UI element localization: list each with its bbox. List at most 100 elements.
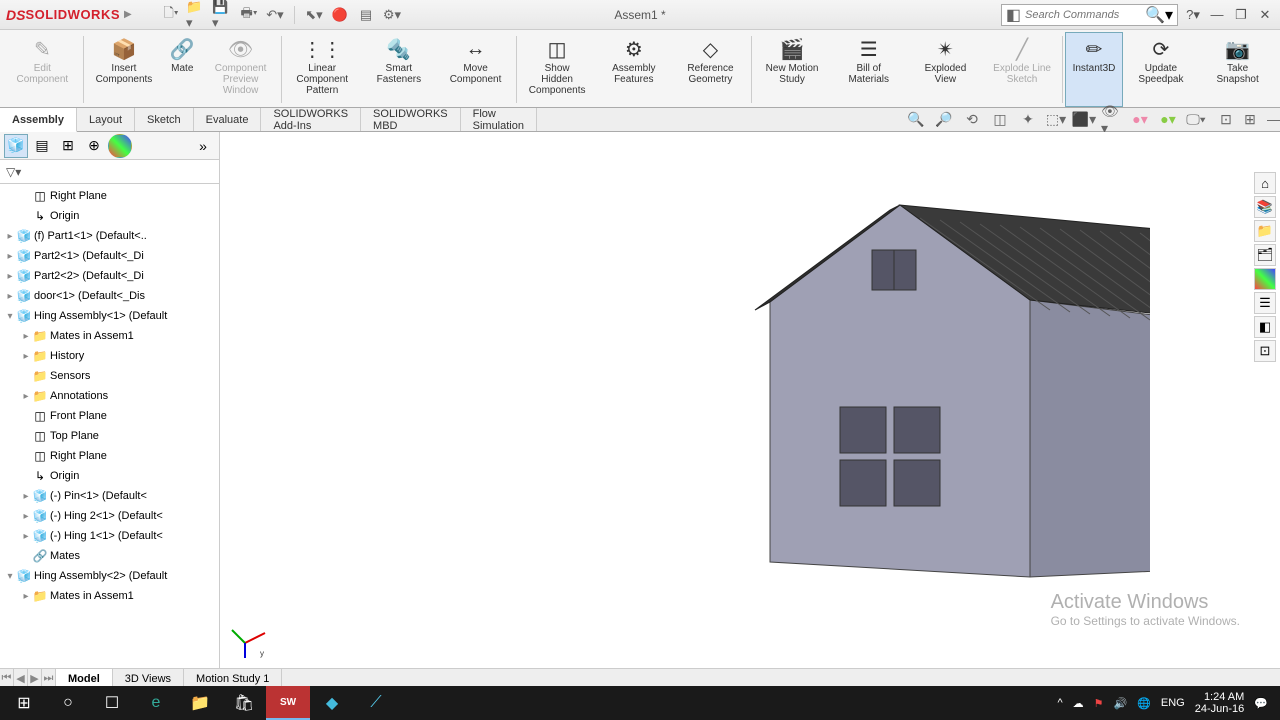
mate-button[interactable]: 🔗Mate (162, 32, 202, 107)
tree-item[interactable]: ▸📁Mates in Assem1 (0, 326, 219, 346)
dimxpert-tab[interactable]: ⊕ (82, 134, 106, 158)
expand-icon[interactable]: ▸ (20, 331, 32, 342)
solidworks-online-icon[interactable]: ⊡ (1254, 340, 1276, 362)
view-settings-button[interactable]: ●▾ (1157, 109, 1179, 131)
design-library-icon[interactable]: 📁 (1254, 220, 1276, 242)
insert-components-button[interactable]: 📦Insert Components (86, 32, 163, 107)
expand-icon[interactable]: ▾ (4, 571, 16, 582)
app2-icon[interactable]: ⟋ (354, 686, 398, 720)
new-motion-study-button[interactable]: 🎬New Motion Study (754, 32, 831, 107)
restore-button[interactable]: ❐ (1232, 6, 1250, 24)
tree-item[interactable]: ▾🧊Hing Assembly<1> (Default (0, 306, 219, 326)
view-orientation-button[interactable]: ✦ (1017, 109, 1039, 131)
tree-item[interactable]: ▾🧊Hing Assembly<2> (Default (0, 566, 219, 586)
expand-icon[interactable]: ▸ (20, 591, 32, 602)
start-button[interactable]: ⊞ (2, 686, 46, 720)
filter-bar[interactable]: ▽▾ (0, 160, 219, 184)
tray-chevron-icon[interactable]: ^ (1057, 697, 1062, 709)
apply-scene-button[interactable]: ●▾ (1129, 109, 1151, 131)
custom-props-icon[interactable]: ☰ (1254, 292, 1276, 314)
expand-icon[interactable]: ▸ (20, 351, 32, 362)
tray-clock[interactable]: 1:24 AM 24-Jun-16 (1195, 691, 1245, 715)
smart-fasteners-button[interactable]: 🔩Smart Fasteners (361, 32, 438, 107)
viewport-link-icon[interactable]: ⊞ (1239, 108, 1261, 130)
expand-icon[interactable]: ▸ (20, 511, 32, 522)
tree-item[interactable]: ▸🧊(f) Part1<1> (Default<.. (0, 226, 219, 246)
property-manager-tab[interactable]: ▤ (30, 134, 54, 158)
tree-item[interactable]: ▸🧊Part2<2> (Default<_Di (0, 266, 219, 286)
forum-icon[interactable]: ◧ (1254, 316, 1276, 338)
select-button[interactable]: ⬉▾ (303, 4, 325, 26)
configuration-manager-tab[interactable]: ⊞ (56, 134, 80, 158)
expand-icon[interactable]: ▸ (20, 391, 32, 402)
panel-expand-button[interactable]: » (191, 134, 215, 158)
task-view-icon[interactable]: ☐ (90, 686, 134, 720)
take-snapshot-button[interactable]: 📷Take Snapshot (1199, 32, 1276, 107)
tree-item[interactable]: ▸📁Mates in Assem1 (0, 586, 219, 606)
bill-of-materials-button[interactable]: ☰Bill of Materials (830, 32, 907, 107)
update-speedpak-button[interactable]: ⟳Update Speedpak (1123, 32, 1200, 107)
tree-item[interactable]: ◫Front Plane (0, 406, 219, 426)
store-icon[interactable]: 🛍 (222, 686, 266, 720)
viewport-min-icon[interactable]: ⊡ (1215, 108, 1237, 130)
tree-item[interactable]: ▸📁History (0, 346, 219, 366)
display-style-button[interactable]: ⬚▾ (1045, 109, 1067, 131)
show-hidden-components-button[interactable]: ◫Show Hidden Components (519, 32, 596, 107)
zoom-fit-button[interactable]: 🔍 (905, 109, 927, 131)
tab-assembly[interactable]: Assembly (0, 108, 77, 132)
graphics-viewport[interactable]: y Activate Windows Go to Settings to act… (220, 132, 1280, 668)
linear-component-pattern-button[interactable]: ⋮⋮Linear Component Pattern (284, 32, 361, 107)
chevron-right-icon[interactable]: ▶ (124, 9, 132, 20)
move-component-button[interactable]: ↔Move Component (437, 32, 514, 107)
tree-item[interactable]: ▸🧊door<1> (Default<_Dis (0, 286, 219, 306)
assembly-features-button[interactable]: ⚙Assembly Features (595, 32, 672, 107)
help-button[interactable]: ?▾ (1184, 6, 1202, 24)
tree-item[interactable]: ↳Origin (0, 206, 219, 226)
exploded-view-button[interactable]: ✴Exploded View (907, 32, 984, 107)
tab-sketch[interactable]: Sketch (135, 108, 194, 131)
tree-item[interactable]: ▸🧊(-) Hing 1<1> (Default< (0, 526, 219, 546)
file-explorer-icon[interactable]: 🗂 (1254, 244, 1276, 266)
file-explorer-icon[interactable]: 📁 (178, 686, 222, 720)
cortana-icon[interactable]: ○ (46, 686, 90, 720)
zoom-area-button[interactable]: 🔎 (933, 109, 955, 131)
search-commands-box[interactable]: ◧ 🔍▾ (1001, 4, 1178, 26)
expand-icon[interactable]: ▸ (20, 531, 32, 542)
feature-manager-tab[interactable]: 🧊 (4, 134, 28, 158)
options-button[interactable]: ▤ (355, 4, 377, 26)
expand-icon[interactable]: ▸ (4, 251, 16, 262)
tree-item[interactable]: ▸🧊(-) Pin<1> (Default< (0, 486, 219, 506)
instant3d-button[interactable]: ✏Instant3D (1065, 32, 1122, 107)
search-commands-input[interactable] (1025, 9, 1145, 21)
render-tools-button[interactable]: 🖵▾ (1185, 109, 1207, 131)
tray-network-icon[interactable]: 🌐 (1137, 697, 1151, 710)
tab-solidworks-mbd[interactable]: SOLIDWORKS MBD (361, 108, 461, 131)
close-button[interactable]: ✕ (1256, 6, 1274, 24)
tree-item[interactable]: ▸🧊Part2<1> (Default<_Di (0, 246, 219, 266)
tray-onedrive-icon[interactable]: ☁ (1073, 697, 1084, 710)
resources-icon[interactable]: 📚 (1254, 196, 1276, 218)
previous-view-button[interactable]: ⟲ (961, 109, 983, 131)
hide-show-button[interactable]: ⬛▾ (1073, 109, 1095, 131)
expand-icon[interactable]: ▸ (20, 491, 32, 502)
tab-solidworks-add-ins[interactable]: SOLIDWORKS Add-Ins (261, 108, 361, 131)
reference-geometry-button[interactable]: ◇Reference Geometry (672, 32, 749, 107)
notifications-icon[interactable]: 💬 (1254, 697, 1268, 710)
expand-icon[interactable]: ▸ (4, 291, 16, 302)
search-icon[interactable]: 🔍▾ (1145, 5, 1173, 25)
expand-icon[interactable]: ▸ (4, 231, 16, 242)
minimize-button[interactable]: — (1208, 6, 1226, 24)
undo-button[interactable]: ↶▾ (264, 4, 286, 26)
app1-icon[interactable]: ◆ (310, 686, 354, 720)
edge-icon[interactable]: e (134, 686, 178, 720)
tree-item[interactable]: ▸📁Annotations (0, 386, 219, 406)
tree-item[interactable]: ↳Origin (0, 466, 219, 486)
appearances-icon[interactable] (1254, 268, 1276, 290)
tray-volume-icon[interactable]: 🔊 (1114, 697, 1128, 710)
tree-item[interactable]: ▸🧊(-) Hing 2<1> (Default< (0, 506, 219, 526)
tree-item[interactable]: 🔗Mates (0, 546, 219, 566)
viewport-minimize-button[interactable]: — (1263, 108, 1280, 130)
rebuild-button[interactable]: 🔴 (329, 4, 351, 26)
display-manager-tab[interactable] (108, 134, 132, 158)
tree-item[interactable]: ◫Right Plane (0, 446, 219, 466)
